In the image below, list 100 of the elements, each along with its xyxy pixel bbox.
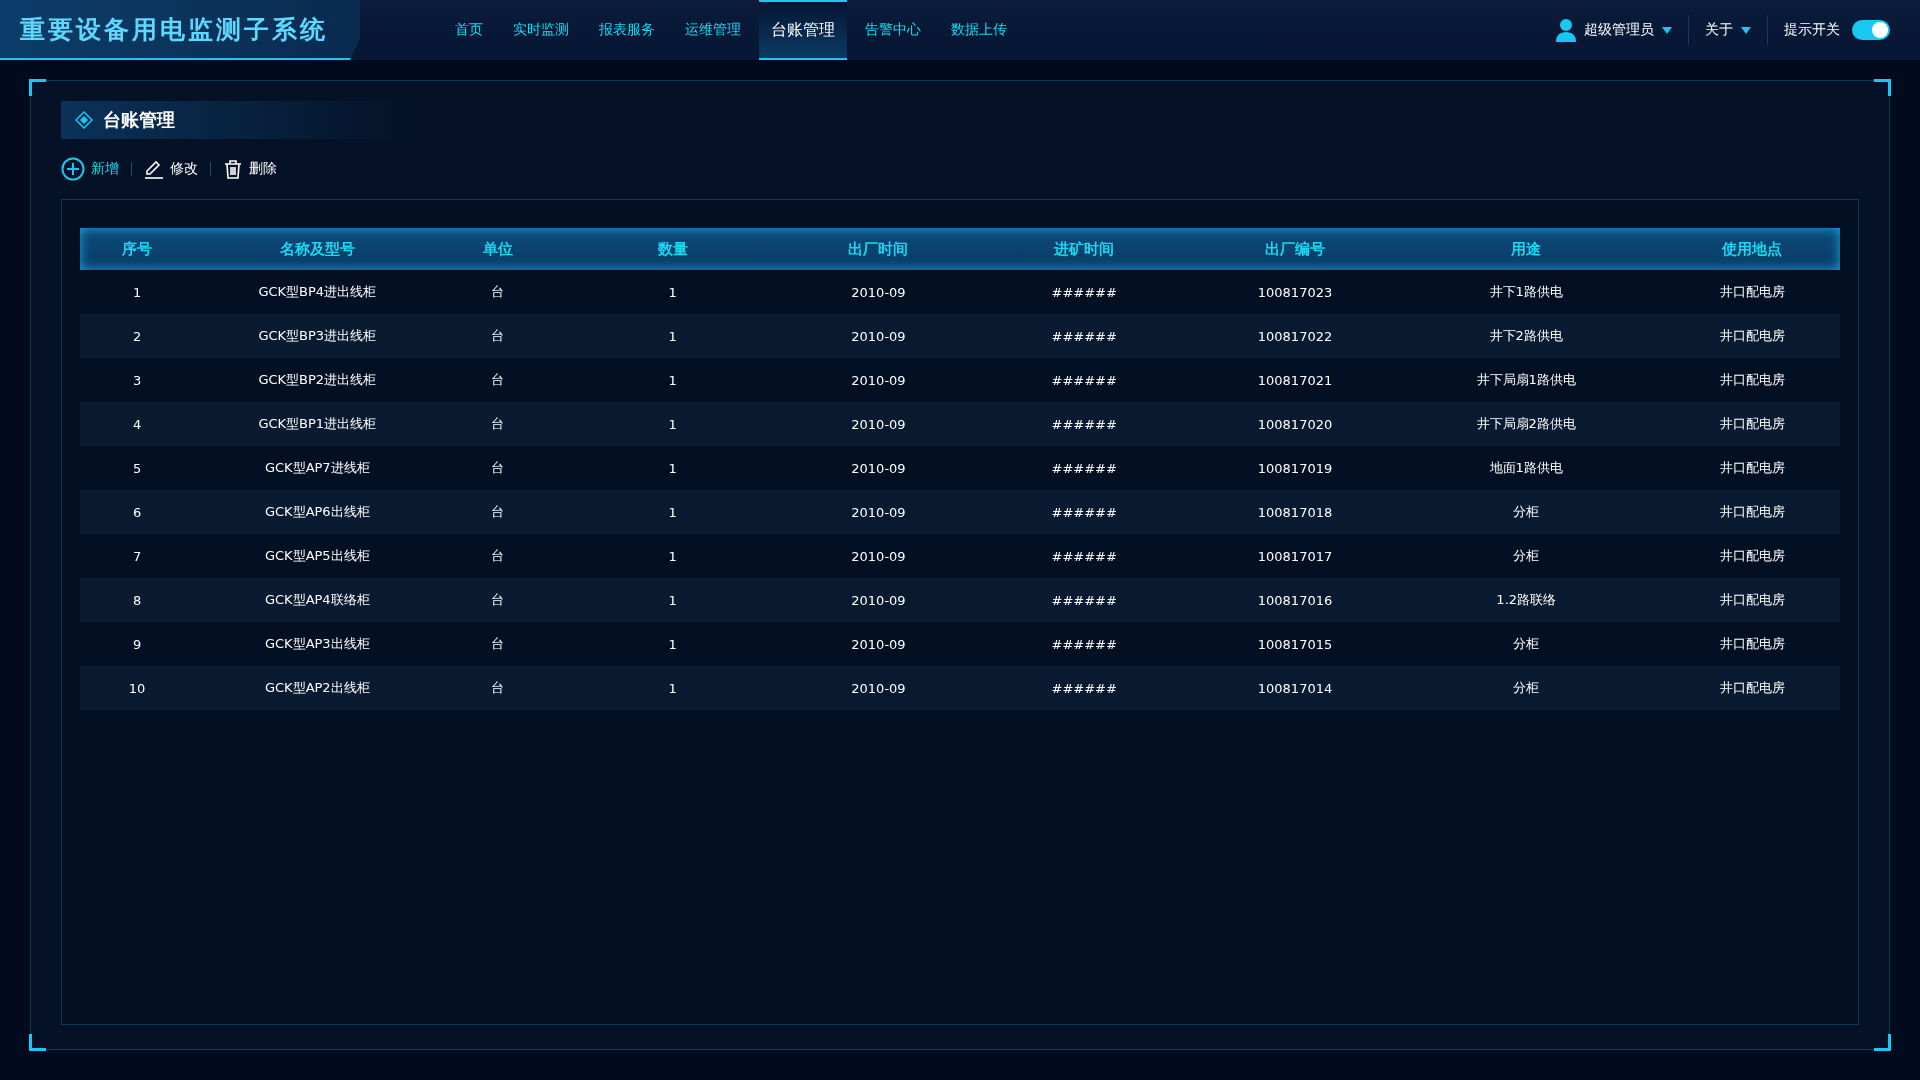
corner-bracket — [29, 79, 46, 96]
table-cell: 分柜 — [1513, 548, 1540, 563]
table-cell: 1 — [668, 328, 677, 344]
table-cell: 井下2路供电 — [1489, 328, 1563, 343]
table-cell: GCK型AP3出线柜 — [264, 636, 370, 651]
table-cell: 2010-09 — [851, 636, 906, 652]
table-cell: 1 — [668, 636, 677, 652]
table-cell: 7 — [132, 548, 142, 564]
table-cell: ###### — [1051, 284, 1117, 300]
table-cell: 100817018 — [1257, 504, 1333, 520]
table-cell: 100817015 — [1257, 636, 1333, 652]
table-cell: 井口配电房 — [1719, 460, 1785, 475]
table-cell: ###### — [1051, 636, 1117, 652]
table-cell: 井口配电房 — [1719, 592, 1785, 607]
nav-tab[interactable]: 运维管理 — [673, 0, 753, 60]
nav-tab[interactable]: 数据上传 — [939, 0, 1019, 60]
table-cell: 100817016 — [1257, 592, 1333, 608]
table-cell: 井下1路供电 — [1489, 284, 1563, 299]
column-header: 名称及型号 — [279, 239, 355, 258]
table-cell: 1 — [668, 460, 677, 476]
table-cell: 2010-09 — [851, 284, 906, 300]
table-cell: 4 — [132, 416, 142, 432]
table-cell: 1 — [668, 504, 677, 520]
table-cell: 2010-09 — [851, 416, 906, 432]
table-cell: 台 — [491, 680, 505, 695]
table-cell: 台 — [491, 372, 505, 387]
table-cell: 井口配电房 — [1719, 680, 1785, 695]
table-cell: 井口配电房 — [1719, 416, 1785, 431]
table-cell: 井口配电房 — [1719, 548, 1785, 563]
corner-bracket — [29, 1034, 46, 1051]
toggle-switch[interactable] — [1852, 20, 1890, 40]
table-cell: GCK型AP4联络柜 — [264, 592, 370, 607]
column-header: 出厂时间 — [848, 239, 909, 258]
nav-tab[interactable]: 台账管理 — [759, 0, 847, 60]
toolbar-button[interactable]: 修改 — [144, 159, 198, 179]
table-cell: 井口配电房 — [1719, 504, 1785, 519]
table-cell: 井口配电房 — [1719, 636, 1785, 651]
column-header: 单位 — [482, 239, 513, 258]
column-header: 数量 — [657, 239, 688, 258]
table-cell: GCK型AP2出线柜 — [264, 680, 370, 695]
table-cell: ###### — [1051, 460, 1117, 476]
pencil-icon — [144, 159, 164, 179]
column-header: 出厂编号 — [1265, 239, 1325, 258]
table-cell: 台 — [491, 592, 505, 607]
table-cell: 2010-09 — [851, 328, 906, 344]
diamond-icon — [75, 111, 93, 129]
table-cell: 1 — [668, 548, 677, 564]
table-cell: 台 — [491, 328, 505, 343]
table-cell: GCK型AP5出线柜 — [264, 548, 370, 563]
nav-tab[interactable]: 告警中心 — [853, 0, 933, 60]
table-cell: 台 — [491, 284, 505, 299]
table-cell: 100817019 — [1257, 460, 1333, 476]
corner-bracket — [1874, 79, 1891, 96]
user-menu[interactable]: 超级管理员 — [1584, 21, 1654, 39]
plus-circle-icon — [61, 157, 85, 181]
table-cell: GCK型AP6出线柜 — [264, 504, 370, 519]
table-cell: 100817014 — [1257, 680, 1333, 696]
table-cell: 分柜 — [1513, 636, 1540, 651]
table-cell: 5 — [132, 460, 142, 476]
table-cell: 100817017 — [1257, 548, 1333, 564]
table-cell: 2010-09 — [851, 548, 906, 564]
user-icon — [1556, 18, 1576, 42]
table-cell: 井口配电房 — [1719, 328, 1785, 343]
table-cell: 台 — [491, 460, 505, 475]
table-cell: 2010-09 — [851, 680, 906, 696]
column-header: 使用地点 — [1722, 239, 1783, 258]
table-cell: 100817020 — [1257, 416, 1333, 432]
table-cell: 1 — [668, 284, 677, 300]
toolbar-button[interactable]: 新增 — [61, 157, 119, 181]
caret-icon — [1662, 26, 1672, 34]
caret-icon — [1741, 26, 1751, 34]
table-cell: 8 — [132, 592, 142, 608]
table-cell: ###### — [1051, 416, 1117, 432]
table-cell: GCK型BP1进出线柜 — [258, 416, 377, 431]
nav-tab[interactable]: 实时监测 — [501, 0, 581, 60]
table-cell: ###### — [1051, 372, 1117, 388]
nav-tab[interactable]: 首页 — [443, 0, 495, 60]
column-header: 用途 — [1511, 239, 1542, 258]
table-cell: 2010-09 — [851, 460, 906, 476]
column-header: 进矿时间 — [1054, 239, 1115, 258]
table-cell: 分柜 — [1513, 680, 1540, 695]
table-cell: 9 — [132, 636, 142, 652]
table-cell: 100817023 — [1257, 284, 1333, 300]
table-cell: 1 — [668, 372, 677, 388]
table-cell: GCK型BP3进出线柜 — [258, 328, 377, 343]
table-cell: ###### — [1051, 680, 1117, 696]
table-cell: ###### — [1051, 328, 1117, 344]
table-cell: 台 — [491, 504, 505, 519]
toolbar-button[interactable]: 删除 — [223, 159, 277, 179]
table-cell: 1.2路联络 — [1496, 592, 1557, 607]
column-header: 序号 — [122, 239, 153, 258]
table-cell: GCK型BP4进出线柜 — [258, 284, 377, 299]
table-cell: 2 — [132, 328, 142, 344]
toggle-label: 提示开关 — [1784, 21, 1840, 39]
system-title: 重要设备用电监测子系统 — [20, 13, 328, 46]
about-menu[interactable]: 关于 — [1705, 21, 1733, 39]
table-cell: 1 — [668, 680, 677, 696]
table-cell: 2010-09 — [851, 372, 906, 388]
nav-tab[interactable]: 报表服务 — [587, 0, 667, 60]
table-cell: 1 — [668, 416, 677, 432]
